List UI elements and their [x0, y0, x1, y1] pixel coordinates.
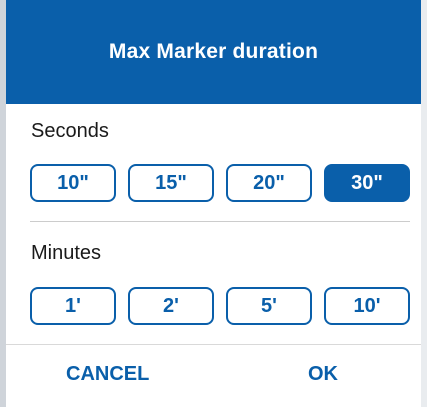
ok-button[interactable]: OK — [308, 363, 338, 386]
seconds-option-10-button[interactable]: 10" — [30, 164, 116, 202]
minutes-options: 1' 2' 5' 10' — [30, 287, 410, 325]
seconds-label: Seconds — [31, 120, 109, 142]
minutes-option-10-button[interactable]: 10' — [324, 287, 410, 325]
seconds-options: 10" 15" 20" 30" — [30, 164, 410, 202]
seconds-option-15-button[interactable]: 15" — [128, 164, 214, 202]
footer-divider — [6, 344, 421, 345]
minutes-option-2-button[interactable]: 2' — [128, 287, 214, 325]
window-frame-right — [421, 0, 427, 407]
minutes-label: Minutes — [31, 242, 102, 264]
minutes-option-5-button[interactable]: 5' — [226, 287, 312, 325]
max-marker-duration-dialog: Max Marker duration Seconds 10" 15" 20" … — [6, 0, 421, 407]
dialog-header: Max Marker duration — [6, 0, 421, 104]
seconds-option-30-button[interactable]: 30" — [324, 164, 410, 202]
dialog-title: Max Marker duration — [108, 40, 319, 63]
cancel-button[interactable]: CANCEL — [66, 363, 149, 386]
section-divider — [30, 221, 410, 222]
seconds-option-20-button[interactable]: 20" — [226, 164, 312, 202]
minutes-option-1-button[interactable]: 1' — [30, 287, 116, 325]
